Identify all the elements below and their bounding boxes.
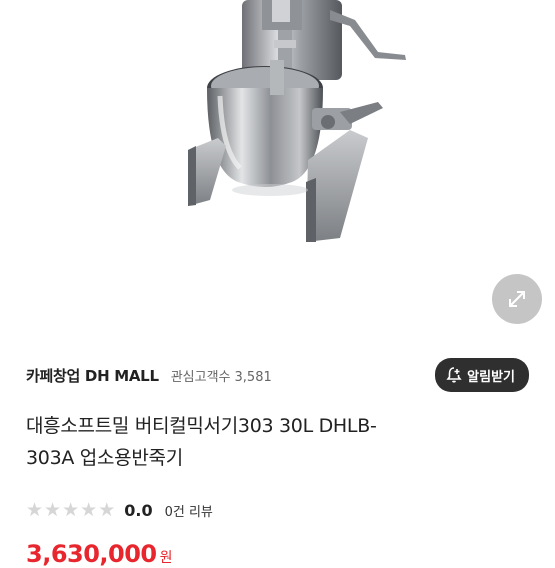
- followers-info: 관심고객수 3,581: [171, 366, 272, 385]
- star-icon: ★: [80, 498, 98, 521]
- notify-button[interactable]: 알림받기: [435, 358, 529, 392]
- price-row: 3,630,000 원: [26, 540, 173, 568]
- product-title: 대흥소프트밀 버티컬믹서기303 30L DHLB- 303A 업소용반죽기: [26, 410, 526, 474]
- price-amount: 3,630,000: [26, 540, 157, 568]
- bell-plus-icon: [446, 367, 462, 383]
- mixer-illustration: [188, 0, 406, 242]
- rating-stars: ★ ★ ★ ★ ★: [26, 498, 116, 521]
- price-unit: 원: [159, 550, 173, 566]
- store-row: 카페창업 DH MALL 관심고객수 3,581 알림받기: [26, 355, 529, 395]
- rating-value: 0.0: [124, 500, 153, 520]
- notify-label: 알림받기: [467, 369, 515, 385]
- expand-arrows-icon: [509, 291, 525, 307]
- star-icon: ★: [44, 498, 62, 521]
- expand-image-button[interactable]: [492, 274, 542, 324]
- product-title-line2: 303A 업소용반죽기: [26, 447, 183, 469]
- star-icon: ★: [62, 498, 80, 521]
- star-icon: ★: [26, 498, 44, 521]
- product-title-line1: 대흥소프트밀 버티컬믹서기303 30L DHLB-: [26, 415, 377, 437]
- rating-row[interactable]: ★ ★ ★ ★ ★ 0.0 0건 리뷰: [26, 496, 213, 524]
- product-image[interactable]: [0, 0, 555, 330]
- store-name-link[interactable]: 카페창업 DH MALL: [26, 365, 159, 386]
- review-count-link[interactable]: 0건 리뷰: [165, 501, 213, 520]
- followers-count: 3,581: [234, 369, 272, 385]
- followers-label: 관심고객수: [170, 369, 231, 385]
- star-icon: ★: [98, 498, 116, 521]
